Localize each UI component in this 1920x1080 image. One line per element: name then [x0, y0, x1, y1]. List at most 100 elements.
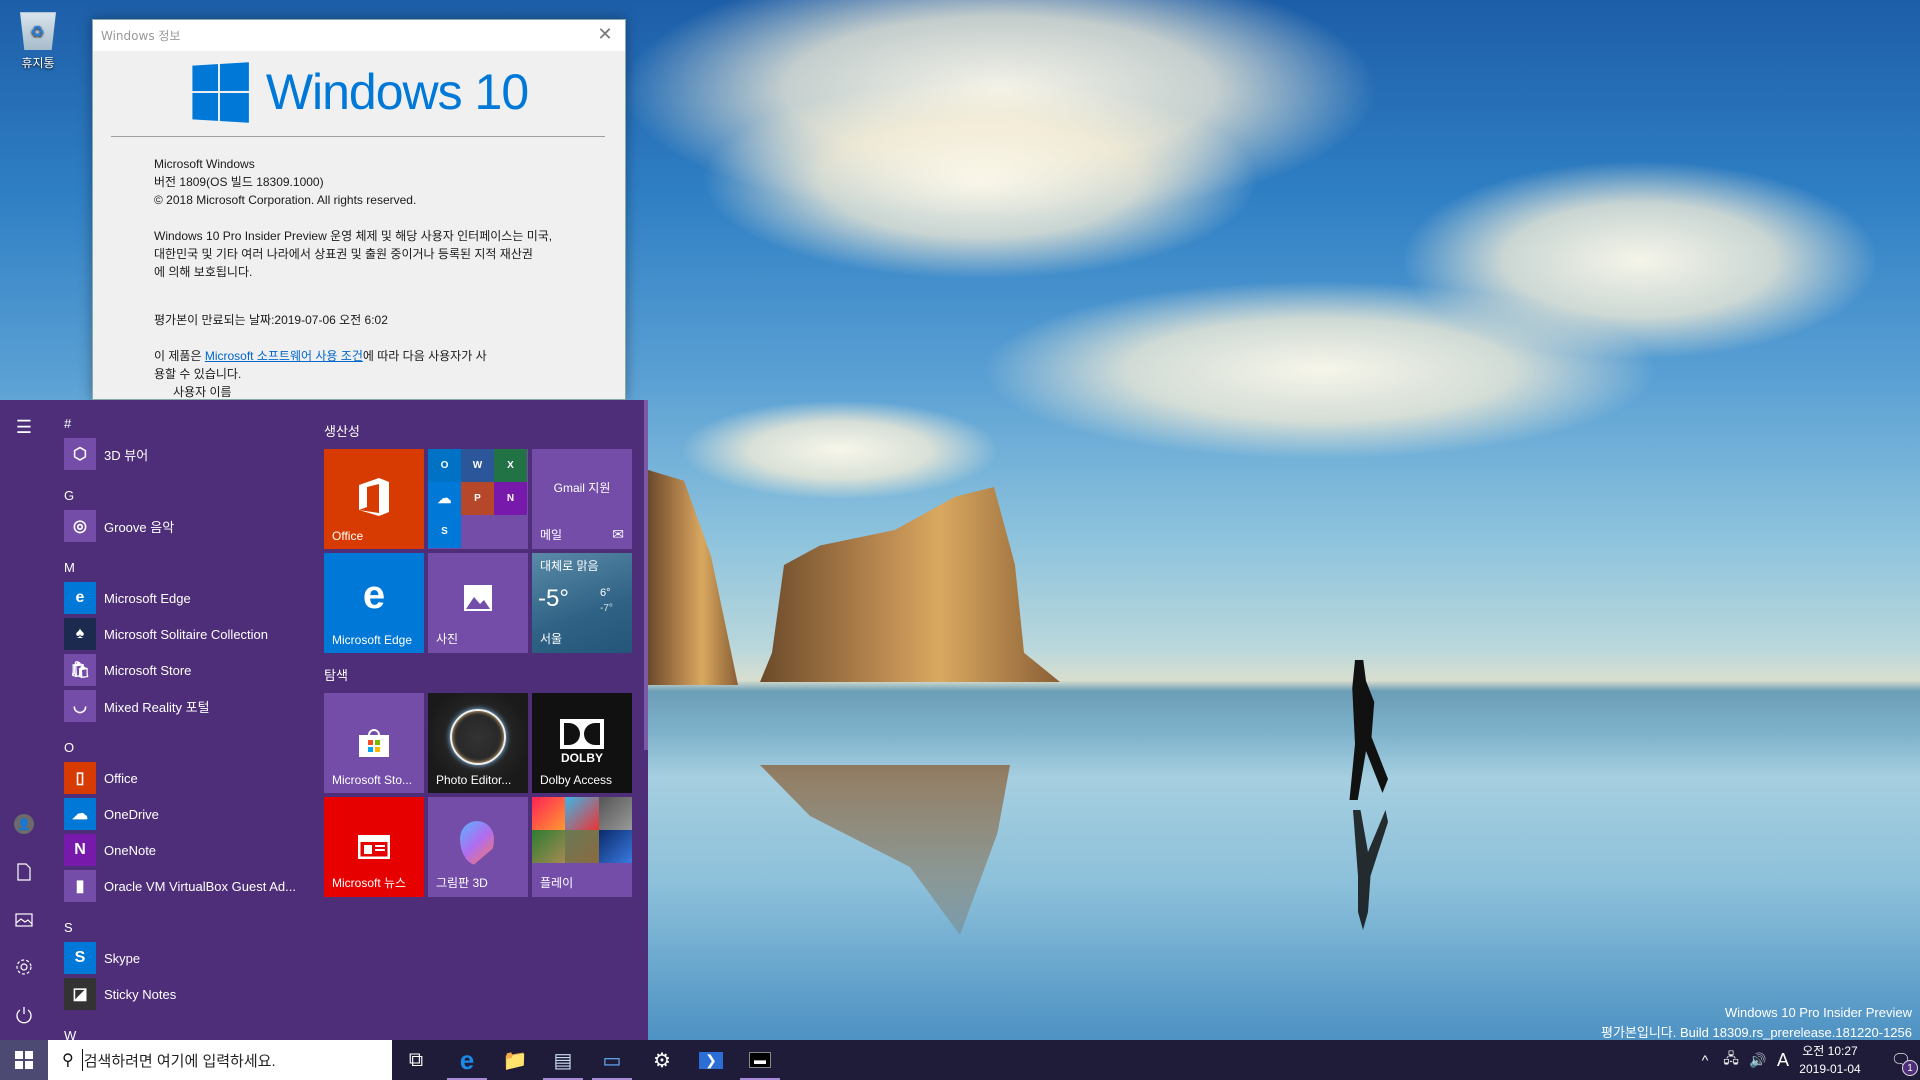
- tile-microsoft-store[interactable]: Microsoft Sto...: [324, 693, 424, 793]
- app-list-item[interactable]: 🛍 Microsoft Store: [64, 652, 304, 688]
- product-name: Microsoft Windows: [154, 157, 255, 171]
- action-center-button[interactable]: 🗨 1: [1882, 1040, 1920, 1080]
- taskbar-powershell[interactable]: ❯: [687, 1040, 735, 1080]
- copyright: © 2018 Microsoft Corporation. All rights…: [154, 193, 417, 207]
- tile-group-title[interactable]: 탐색: [324, 665, 348, 684]
- news-icon: [324, 829, 424, 868]
- taskbar-remote-app[interactable]: ▭: [588, 1040, 636, 1080]
- gear-icon: ⚙: [653, 1049, 671, 1072]
- network-icon: 🖧: [1723, 1050, 1739, 1066]
- tile-paint-3d[interactable]: 그림판 3D: [428, 797, 528, 897]
- tile-photos[interactable]: 사진: [428, 553, 528, 653]
- tile-office-apps-folder[interactable]: O W X ☁ P N S: [428, 449, 528, 549]
- candy-crush-icon: [532, 797, 565, 830]
- app-list-item[interactable]: e Microsoft Edge: [64, 580, 304, 616]
- folder-icon: ▮: [64, 870, 96, 902]
- tile-weather[interactable]: 대체로 맑음 -5° 6° -7° 서울: [532, 553, 632, 653]
- app-list: # ⬡ 3D 뷰어 G ◎ Groove 음악 Me Microsoft Edge ♠ Micro…: [64, 400, 304, 1040]
- game-icon: [532, 830, 565, 863]
- app-list-scrollbar[interactable]: [644, 400, 648, 750]
- weather-temperature: -5°: [538, 585, 569, 612]
- dialog-body: Microsoft Windows 버전 1809(OS 빌드 18309.10…: [93, 137, 625, 399]
- dragon-game-icon: [565, 797, 599, 830]
- taskbar-settings[interactable]: ⚙: [638, 1040, 686, 1080]
- account-button[interactable]: 👤: [0, 804, 48, 844]
- settings-button[interactable]: [0, 947, 48, 987]
- tile-label: 메일: [540, 528, 563, 542]
- volume-button[interactable]: 🔊: [1745, 1040, 1771, 1080]
- tile-edge[interactable]: e Microsoft Edge: [324, 553, 424, 653]
- onedrive-icon[interactable]: ☁: [428, 482, 461, 515]
- license-prefix: 이 제품은: [154, 349, 205, 363]
- taskbar: ⚲ 검색하려면 여기에 입력하세요. ⧉ e 📁 ▤ ▭ ⚙ ❯ ▬ ^ 🖧 🔊…: [0, 1040, 1920, 1080]
- app-label: Sticky Notes: [104, 986, 177, 1002]
- app-list-item[interactable]: ◪ Sticky Notes: [64, 976, 304, 1012]
- pictures-button[interactable]: [0, 900, 48, 940]
- volume-icon: 🔊: [1749, 1051, 1767, 1068]
- power-button[interactable]: [0, 995, 48, 1035]
- app-list-letter-header[interactable]: M: [64, 544, 304, 580]
- expand-menu-button[interactable]: ☰: [0, 407, 48, 447]
- dialog-titlebar[interactable]: Windows 정보 ✕: [93, 20, 625, 51]
- tile-microsoft-news[interactable]: Microsoft 뉴스: [324, 797, 424, 897]
- tile-mail[interactable]: Gmail 지원 메일 ✉: [532, 449, 632, 549]
- clock[interactable]: 오전 10:27 2019-01-04: [1790, 1042, 1870, 1078]
- app-list-item[interactable]: N OneNote: [64, 832, 304, 868]
- dolby-icon: [560, 719, 604, 749]
- start-menu: ☰ 👤 # ⬡ 3D 뷰어 G ◎ Groove 음악 Me Microsoft Edge ♠ M…: [0, 400, 648, 1040]
- photos-icon: [428, 581, 528, 620]
- clock-time: 오전 10:27: [1802, 1044, 1858, 1058]
- cloud: [980, 280, 1660, 460]
- tile-label: 사진: [436, 632, 459, 646]
- app-list-letter-header[interactable]: #: [64, 400, 304, 436]
- task-view-button[interactable]: ⧉: [392, 1040, 440, 1080]
- onenote-icon[interactable]: N: [494, 482, 527, 515]
- recycle-bin[interactable]: 휴지통: [14, 8, 62, 71]
- app-list-item[interactable]: ♠ Microsoft Solitaire Collection: [64, 616, 304, 652]
- rock-formation: [760, 487, 1060, 682]
- start-button[interactable]: [0, 1040, 48, 1080]
- folder-icon: 📁: [502, 1049, 528, 1072]
- dialog-title: Windows 정보: [101, 29, 181, 43]
- app-list-item[interactable]: ◎ Groove 음악: [64, 508, 304, 544]
- legal-text-line: 대한민국 및 기타 여러 나라에서 상표권 및 출원 중이거나 등록된 지적 재…: [154, 247, 533, 261]
- skype-icon[interactable]: S: [428, 515, 461, 548]
- app-list-item[interactable]: ☁ OneDrive: [64, 796, 304, 832]
- network-button[interactable]: 🖧: [1718, 1040, 1744, 1080]
- search-box[interactable]: ⚲ 검색하려면 여기에 입력하세요.: [48, 1040, 392, 1080]
- taskbar-command-prompt[interactable]: ▬: [736, 1040, 784, 1080]
- tile-label: Photo Editor...: [436, 773, 512, 787]
- tile-group-title[interactable]: 생산성: [324, 421, 360, 440]
- app-list-letter-header[interactable]: W: [64, 1012, 304, 1040]
- app-list-item[interactable]: ▮Oracle VM VirtualBox Guest Ad...⌄: [64, 868, 304, 904]
- edge-icon: e: [362, 573, 386, 617]
- word-icon[interactable]: W: [461, 449, 494, 482]
- app-list-letter-header[interactable]: S: [64, 904, 304, 940]
- tile-dolby-access[interactable]: DOLBY Dolby Access: [532, 693, 632, 793]
- excel-icon[interactable]: X: [494, 449, 527, 482]
- show-hidden-icons-button[interactable]: ^: [1693, 1040, 1717, 1080]
- tile-office[interactable]: Office: [324, 449, 424, 549]
- task-view-icon: ⧉: [408, 1048, 424, 1071]
- document-icon: [17, 863, 31, 881]
- watermark-build: 평가본입니다. Build 18309.rs_prerelease.181220…: [1601, 1025, 1912, 1040]
- app-list-item[interactable]: S Skype: [64, 940, 304, 976]
- tile-photo-editor[interactable]: Photo Editor...: [428, 693, 528, 793]
- taskbar-app-window[interactable]: ▤: [539, 1040, 587, 1080]
- app-list-item[interactable]: ◡ Mixed Reality 포털: [64, 688, 304, 724]
- cloud: [700, 80, 1260, 280]
- hamburger-icon: ☰: [15, 416, 33, 437]
- outlook-icon[interactable]: O: [428, 449, 461, 482]
- app-list-item[interactable]: ▯ Office: [64, 760, 304, 796]
- legal-text-line: Windows 10 Pro Insider Preview 운영 체제 및 해…: [154, 229, 553, 243]
- app-list-letter-header[interactable]: O: [64, 724, 304, 760]
- tile-play-folder[interactable]: 플레이: [532, 797, 632, 897]
- license-terms-link[interactable]: Microsoft 소프트웨어 사용 조건: [205, 349, 363, 363]
- powerpoint-icon[interactable]: P: [461, 482, 494, 515]
- documents-button[interactable]: [0, 852, 48, 892]
- taskbar-file-explorer[interactable]: 📁: [491, 1040, 539, 1080]
- app-list-item[interactable]: ⬡ 3D 뷰어: [64, 436, 304, 472]
- taskbar-edge[interactable]: e: [443, 1040, 491, 1080]
- app-list-letter-header[interactable]: G: [64, 472, 304, 508]
- close-button[interactable]: ✕: [591, 22, 619, 48]
